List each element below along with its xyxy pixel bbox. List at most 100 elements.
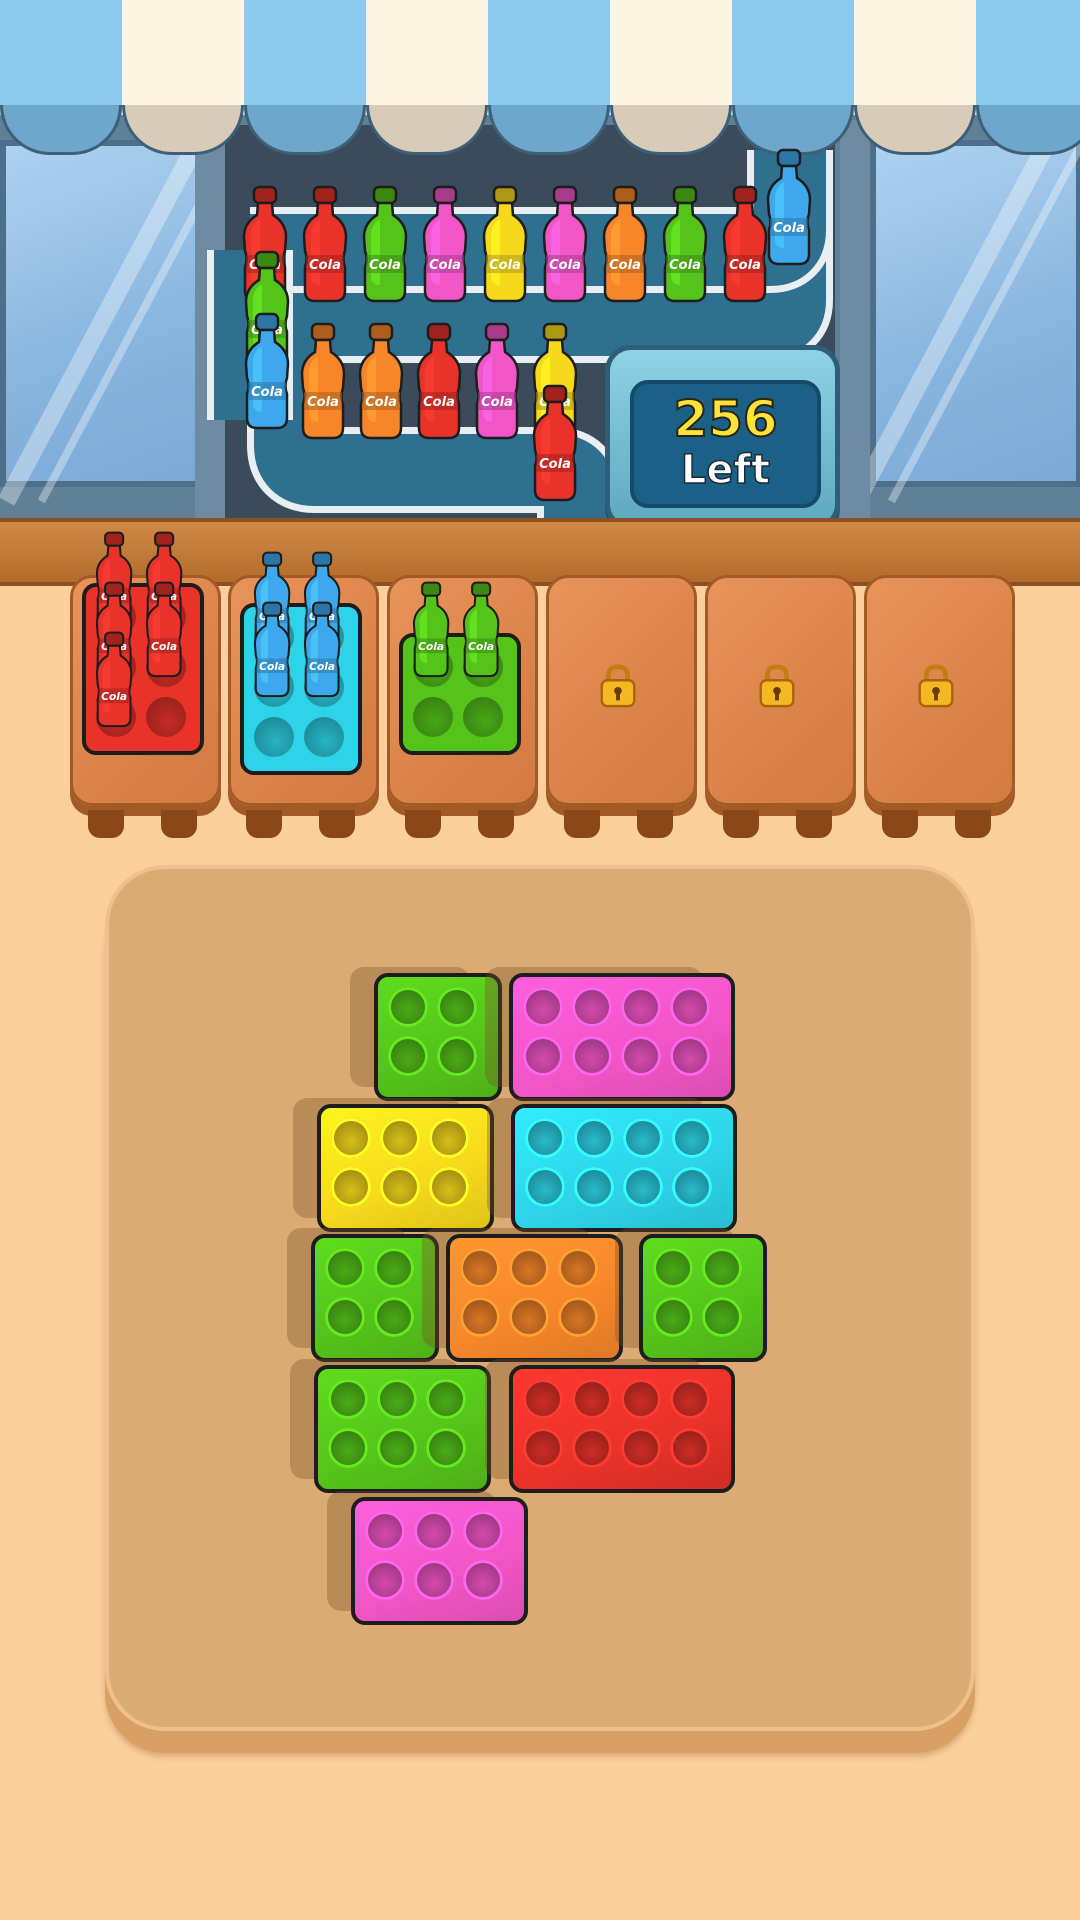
tray-cup — [253, 717, 294, 757]
awning-scallop — [854, 105, 976, 155]
block-cup — [702, 1297, 742, 1337]
block-cup — [365, 1560, 405, 1600]
stool-leg — [796, 810, 832, 838]
cola-bottle-red: Cola — [145, 581, 182, 678]
stool-slot[interactable]: Cola Cola — [387, 575, 538, 838]
block-cup — [460, 1248, 500, 1288]
block-cup — [426, 1379, 466, 1419]
cola-bottle-yellow: Cola — [482, 185, 528, 303]
locked-stool-slot[interactable] — [546, 575, 697, 838]
stool-leg — [955, 810, 991, 838]
bottle-label-text: Cola — [151, 640, 177, 653]
block-cup — [437, 1036, 477, 1076]
block-cup — [621, 987, 661, 1027]
remaining-count: 256 — [672, 389, 778, 449]
awning-stripe — [610, 0, 732, 115]
puzzle-block-yellow[interactable] — [317, 1104, 494, 1232]
block-cup — [365, 1511, 405, 1551]
block-cup — [670, 1036, 710, 1076]
cola-bottle-blue: Cola — [253, 601, 290, 698]
block-cup — [572, 1428, 612, 1468]
cola-bottle-orange: Cola — [358, 322, 404, 440]
cola-bottle-blue: Cola — [766, 148, 812, 266]
shop-awning — [0, 0, 1080, 155]
puzzle-block-green[interactable] — [639, 1234, 767, 1362]
puzzle-block-orange[interactable] — [446, 1234, 623, 1362]
cola-bottle-green: Cola — [662, 185, 708, 303]
block-cup — [653, 1297, 693, 1337]
puzzle-block-pink[interactable] — [509, 973, 735, 1101]
block-cup — [621, 1379, 661, 1419]
block-cup — [429, 1167, 469, 1207]
block-cup — [523, 1379, 563, 1419]
puzzle-block-green[interactable] — [311, 1234, 439, 1362]
block-cup — [621, 1036, 661, 1076]
bottle-label-text: Cola — [773, 221, 805, 236]
bottle-label-text: Cola — [259, 660, 285, 673]
block-cup — [525, 1118, 565, 1158]
puzzle-board — [105, 865, 975, 1731]
awning-stripe — [244, 0, 366, 115]
bottle-label-text: Cola — [307, 395, 339, 410]
awning-stripe — [366, 0, 488, 115]
block-cup — [426, 1428, 466, 1468]
stool-leg — [246, 810, 282, 838]
block-cup — [672, 1118, 712, 1158]
puzzle-block-green[interactable] — [314, 1365, 491, 1493]
bottle-label-text: Cola — [609, 258, 641, 273]
block-cup — [525, 1167, 565, 1207]
locked-stool-slot[interactable] — [864, 575, 1015, 838]
block-cup — [574, 1167, 614, 1207]
block-cup — [437, 987, 477, 1027]
bottle-label-text: Cola — [309, 660, 335, 673]
block-cup — [523, 987, 563, 1027]
block-cup — [328, 1428, 368, 1468]
awning-scallop — [0, 105, 122, 155]
bottle-label-text: Cola — [481, 395, 513, 410]
block-cup — [572, 987, 612, 1027]
block-cup — [460, 1297, 500, 1337]
bottle-label-text: Cola — [101, 690, 127, 703]
stool-slot[interactable]: ColaColaColaCola — [228, 551, 379, 838]
padlock-icon — [600, 664, 636, 708]
awning-scallop — [610, 105, 732, 155]
block-cup — [558, 1297, 598, 1337]
puzzle-block-pink[interactable] — [351, 1497, 528, 1625]
block-cup — [509, 1297, 549, 1337]
block-cup — [429, 1118, 469, 1158]
block-cup — [670, 1428, 710, 1468]
cola-bottle-red: Cola — [532, 384, 578, 502]
cola-bottle-orange: Cola — [602, 185, 648, 303]
remaining-counter: 256 Left — [605, 345, 840, 530]
cola-bottle-green: Cola — [362, 185, 408, 303]
block-cup — [670, 987, 710, 1027]
bottle-label-text: Cola — [549, 258, 581, 273]
block-cup — [388, 1036, 428, 1076]
cola-bottle-blue: Cola — [303, 601, 340, 698]
block-cup — [621, 1428, 661, 1468]
cola-bottle-pink: Cola — [542, 185, 588, 303]
puzzle-block-green[interactable] — [374, 973, 502, 1101]
stool-leg — [88, 810, 124, 838]
awning-scallop — [488, 105, 610, 155]
puzzle-block-cyan[interactable] — [511, 1104, 737, 1232]
awning-stripe — [854, 0, 976, 115]
cola-bottle-pink: Cola — [474, 322, 520, 440]
awning-stripe — [488, 0, 610, 115]
block-cup — [523, 1036, 563, 1076]
cola-bottle-green: Cola — [412, 581, 449, 678]
puzzle-block-red[interactable] — [509, 1365, 735, 1493]
tray-cup — [412, 697, 453, 737]
block-cup — [374, 1297, 414, 1337]
block-cup — [572, 1036, 612, 1076]
stool-slot[interactable]: ColaColaColaColaCola — [70, 531, 221, 838]
block-cup — [623, 1167, 663, 1207]
padlock-icon — [918, 664, 954, 708]
block-cup — [672, 1167, 712, 1207]
block-cup — [572, 1379, 612, 1419]
tray-cup — [462, 697, 503, 737]
locked-stool-slot[interactable] — [705, 575, 856, 838]
block-cup — [558, 1248, 598, 1288]
block-cup — [623, 1118, 663, 1158]
block-cup — [388, 987, 428, 1027]
